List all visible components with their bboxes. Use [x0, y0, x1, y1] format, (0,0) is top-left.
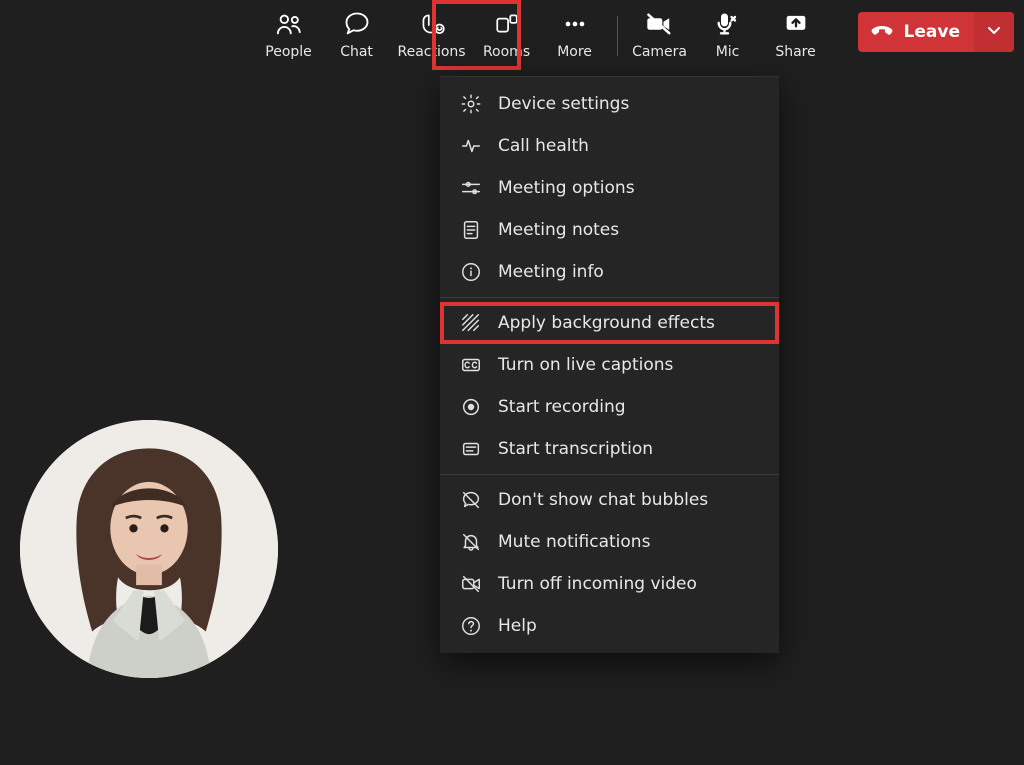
menu-dont-show-chat-bubbles[interactable]: Don't show chat bubbles	[440, 479, 779, 521]
more-button[interactable]: More	[541, 6, 609, 66]
menu-help[interactable]: Help	[440, 605, 779, 647]
rooms-button[interactable]: Rooms	[473, 6, 541, 66]
menu-meeting-notes[interactable]: Meeting notes	[440, 209, 779, 251]
hangup-icon	[870, 20, 894, 45]
reactions-label: Reactions	[397, 44, 465, 60]
sliders-icon	[458, 177, 484, 199]
reactions-button[interactable]: Reactions	[391, 6, 473, 66]
rooms-icon	[494, 10, 520, 38]
reactions-icon	[417, 10, 447, 38]
help-icon	[458, 615, 484, 637]
background-effects-icon	[458, 312, 484, 334]
menu-meeting-info[interactable]: Meeting info	[440, 251, 779, 293]
more-label: More	[557, 44, 592, 60]
menu-call-health[interactable]: Call health	[440, 125, 779, 167]
mic-muted-icon	[713, 10, 743, 38]
menu-item-label: Call health	[498, 136, 589, 156]
mic-label: Mic	[716, 44, 740, 60]
menu-item-label: Don't show chat bubbles	[498, 490, 708, 510]
toolbar-separator	[617, 16, 618, 56]
menu-start-transcription[interactable]: Start transcription	[440, 428, 779, 470]
menu-item-label: Device settings	[498, 94, 629, 114]
meeting-toolbar: People Chat Reactions	[0, 0, 1024, 76]
menu-device-settings[interactable]: Device settings	[440, 83, 779, 125]
camera-off-icon	[645, 10, 675, 38]
notes-icon	[458, 219, 484, 241]
menu-meeting-options[interactable]: Meeting options	[440, 167, 779, 209]
mic-button[interactable]: Mic	[694, 6, 762, 66]
menu-turn-off-incoming-video[interactable]: Turn off incoming video	[440, 563, 779, 605]
leave-caret-button[interactable]	[974, 12, 1014, 52]
share-icon	[782, 10, 810, 38]
record-icon	[458, 396, 484, 418]
share-label: Share	[775, 44, 815, 60]
chat-icon	[343, 10, 371, 38]
menu-live-captions[interactable]: Turn on live captions	[440, 344, 779, 386]
gear-icon	[458, 93, 484, 115]
chat-button[interactable]: Chat	[323, 6, 391, 66]
menu-item-label: Mute notifications	[498, 532, 650, 552]
menu-mute-notifications[interactable]: Mute notifications	[440, 521, 779, 563]
people-icon	[275, 10, 303, 38]
more-icon	[561, 10, 589, 38]
camera-label: Camera	[632, 44, 687, 60]
leave-label: Leave	[904, 22, 960, 42]
pulse-icon	[458, 135, 484, 157]
share-button[interactable]: Share	[762, 6, 830, 66]
people-label: People	[265, 44, 312, 60]
leave-button[interactable]: Leave	[858, 12, 1014, 52]
menu-separator	[440, 474, 779, 475]
menu-item-label: Help	[498, 616, 537, 636]
more-menu: Device settings Call health Meeting opti…	[440, 76, 779, 653]
menu-item-label: Meeting notes	[498, 220, 619, 240]
closed-captions-icon	[458, 354, 484, 376]
rooms-label: Rooms	[483, 44, 530, 60]
menu-separator	[440, 297, 779, 298]
chat-off-icon	[458, 489, 484, 511]
menu-apply-background-effects[interactable]: Apply background effects	[440, 302, 779, 344]
participant-avatar	[20, 420, 278, 678]
camera-button[interactable]: Camera	[626, 6, 694, 66]
bell-off-icon	[458, 531, 484, 553]
menu-item-label: Apply background effects	[498, 313, 715, 333]
chevron-down-icon	[986, 22, 1002, 42]
info-icon	[458, 261, 484, 283]
chat-label: Chat	[340, 44, 373, 60]
menu-item-label: Turn off incoming video	[498, 574, 697, 594]
people-button[interactable]: People	[255, 6, 323, 66]
menu-item-label: Start recording	[498, 397, 626, 417]
menu-item-label: Turn on live captions	[498, 355, 673, 375]
menu-item-label: Meeting info	[498, 262, 604, 282]
menu-item-label: Meeting options	[498, 178, 635, 198]
menu-item-label: Start transcription	[498, 439, 653, 459]
leave-button-main[interactable]: Leave	[858, 12, 974, 52]
transcription-icon	[458, 438, 484, 460]
video-off-icon	[458, 573, 484, 595]
menu-start-recording[interactable]: Start recording	[440, 386, 779, 428]
